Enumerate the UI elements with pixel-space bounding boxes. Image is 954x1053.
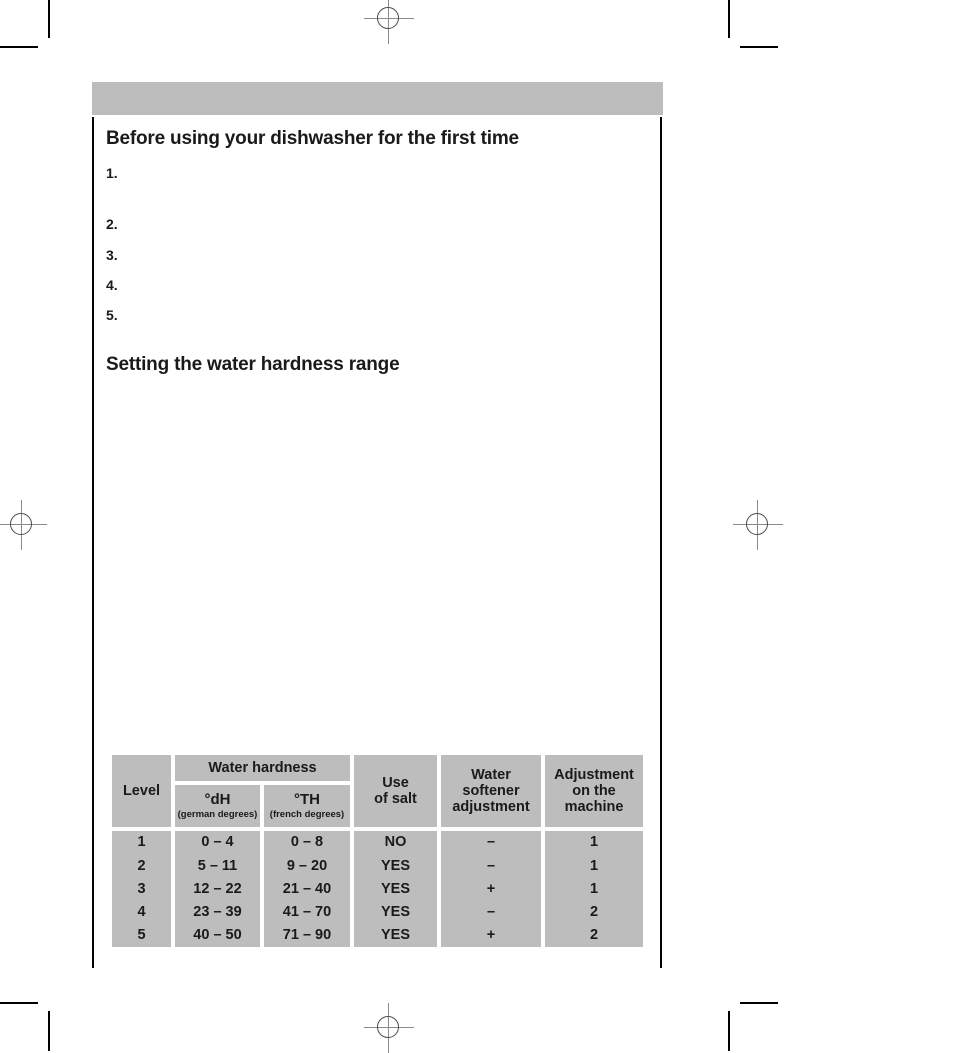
table-cell-salt: YES xyxy=(380,857,410,874)
table-cell-dh: 0 – 4 xyxy=(201,834,234,851)
page-header-bar xyxy=(92,82,663,115)
list-item-marker-1: 1. xyxy=(106,165,118,181)
table-header-water-softener-adjustment: Water softener adjustment xyxy=(441,755,541,827)
table-cell-level: 4 xyxy=(137,904,146,921)
table-header-level: Level xyxy=(112,755,171,827)
table-cell-machine: 1 xyxy=(589,880,599,897)
table-header-adjustment-on-machine: Adjustment on the machine xyxy=(545,755,643,827)
page-title-water-hardness: Setting the water hardness range xyxy=(106,354,400,375)
registration-mark-right xyxy=(733,500,783,550)
table-header-machine-line3: machine xyxy=(564,799,624,816)
table-body-column-th: 0 – 8 9 – 20 21 – 40 41 – 70 71 – 90 xyxy=(264,831,350,947)
table-header-softener-line3: adjustment xyxy=(452,799,530,816)
table-header-water-hardness-group: Water hardness xyxy=(175,755,350,781)
table-cell-th: 9 – 20 xyxy=(286,857,328,874)
table-cell-level: 3 xyxy=(137,880,146,897)
table-cell-dh: 40 – 50 xyxy=(193,927,242,944)
crop-mark-bottom-right-vertical xyxy=(728,1011,730,1051)
table-cell-salt: YES xyxy=(380,904,410,921)
table-cell-th: 71 – 90 xyxy=(282,927,332,944)
table-cell-softener: + xyxy=(486,927,496,944)
table-header-th-sublabel: (french degrees) xyxy=(269,808,345,820)
crop-mark-bottom-left-horizontal xyxy=(0,1002,38,1004)
table-cell-dh: 23 – 39 xyxy=(193,904,242,921)
list-item-marker-5: 5. xyxy=(106,307,118,323)
registration-mark-top xyxy=(364,0,414,44)
table-cell-level: 5 xyxy=(137,927,146,944)
table-header-dh: °dH (german degrees) xyxy=(175,785,260,827)
table-cell-softener: – xyxy=(486,904,496,921)
table-cell-machine: 1 xyxy=(589,834,599,851)
registration-circle xyxy=(377,7,399,29)
table-cell-softener: – xyxy=(486,857,496,874)
crop-mark-top-left-vertical xyxy=(48,0,50,38)
table-cell-level: 1 xyxy=(137,834,146,851)
registration-circle xyxy=(746,513,768,535)
table-cell-salt: YES xyxy=(380,880,410,897)
crop-mark-top-left-horizontal xyxy=(0,46,38,48)
table-header-machine-line1: Adjustment xyxy=(554,766,634,783)
registration-circle xyxy=(377,1016,399,1038)
table-cell-machine: 2 xyxy=(589,927,599,944)
table-header-dh-sublabel: (german degrees) xyxy=(177,808,258,820)
table-header-use-of-salt-line1: Use xyxy=(382,774,409,791)
table-cell-th: 0 – 8 xyxy=(290,834,324,851)
list-item-marker-4: 4. xyxy=(106,277,118,293)
table-header-th: °TH (french degrees) xyxy=(264,785,350,827)
table-cell-th: 21 – 40 xyxy=(282,880,332,897)
crop-mark-bottom-right-horizontal xyxy=(740,1002,778,1004)
water-hardness-table: Level Water hardness °dH (german degrees… xyxy=(112,755,643,947)
table-body-column-use-of-salt: NO YES YES YES YES xyxy=(354,831,437,947)
table-cell-salt: NO xyxy=(384,834,407,851)
table-cell-dh: 5 – 11 xyxy=(197,857,238,874)
registration-circle xyxy=(10,513,32,535)
registration-mark-bottom xyxy=(364,1003,414,1053)
table-header-softener-line2: softener xyxy=(462,782,520,799)
table-header-dh-label: °dH xyxy=(204,790,231,808)
page-title-before-first-use: Before using your dishwasher for the fir… xyxy=(106,128,519,149)
table-cell-machine: 2 xyxy=(589,904,599,921)
table-cell-salt: YES xyxy=(380,927,410,944)
crop-mark-top-right-horizontal xyxy=(740,46,778,48)
table-cell-th: 41 – 70 xyxy=(282,904,332,921)
table-body-column-dh: 0 – 4 5 – 11 12 – 22 23 – 39 40 – 50 xyxy=(175,831,260,947)
table-header-use-of-salt-line2: of salt xyxy=(374,791,417,807)
table-cell-dh: 12 – 22 xyxy=(193,880,242,897)
table-cell-softener: + xyxy=(486,880,496,897)
table-body-column-level: 1 2 3 4 5 xyxy=(112,831,171,947)
table-cell-machine: 1 xyxy=(589,857,599,874)
crop-mark-bottom-left-vertical xyxy=(48,1011,50,1051)
table-header-use-of-salt: Use of salt xyxy=(354,755,437,827)
crop-mark-top-right-vertical xyxy=(728,0,730,38)
list-item-marker-3: 3. xyxy=(106,247,118,263)
table-body-column-machine-adjustment: 1 1 1 2 2 xyxy=(545,831,643,947)
table-cell-softener: – xyxy=(486,834,496,851)
table-header-machine-line2: on the xyxy=(572,782,616,799)
registration-mark-left xyxy=(0,500,47,550)
table-header-th-label: °TH xyxy=(294,790,320,808)
table-header-softener-line1: Water xyxy=(471,766,511,783)
table-cell-level: 2 xyxy=(137,857,146,874)
table-body-column-softener-adjustment: – – + – + xyxy=(441,831,541,947)
list-item-marker-2: 2. xyxy=(106,216,118,232)
